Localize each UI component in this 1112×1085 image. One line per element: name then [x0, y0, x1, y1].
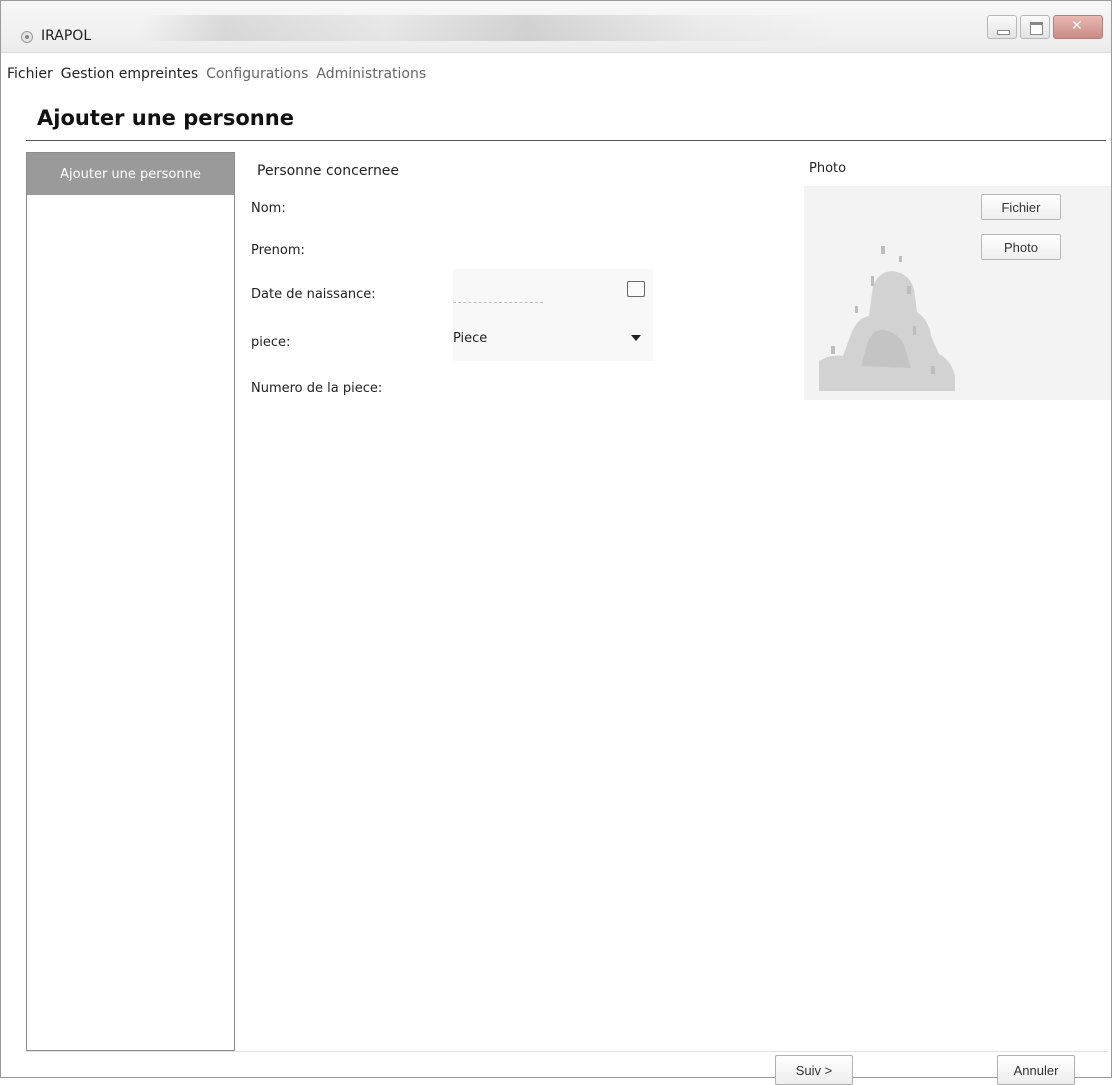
fichier-button[interactable]: Fichier [981, 194, 1061, 220]
date-naissance-input[interactable] [453, 283, 543, 303]
sidebar-item-ajouter-une-personne[interactable]: Ajouter une personne [27, 153, 234, 195]
title-bar-blur [141, 15, 841, 41]
page-title: Ajouter une personne [37, 106, 294, 130]
menu-item-configurations[interactable]: Configurations [206, 66, 308, 82]
numero-piece-label: Numero de la piece: [251, 381, 383, 396]
calendar-icon[interactable] [627, 281, 645, 297]
piece-select-value: Piece [453, 331, 488, 346]
date-naissance-label: Date de naissance: [251, 287, 376, 302]
prenom-label: Prenom: [251, 243, 305, 258]
piece-label: piece: [251, 335, 291, 350]
nom-label: Nom: [251, 201, 286, 216]
footer-divider [26, 1051, 1108, 1052]
menu-item-fichier[interactable]: Fichier [7, 66, 53, 82]
section-title: Personne concernee [257, 163, 400, 179]
header-divider [26, 140, 1106, 141]
close-icon[interactable] [1053, 15, 1103, 39]
piece-select[interactable]: Piece [453, 331, 649, 353]
photo-label: Photo [809, 161, 847, 176]
menu-item-gestion-empreintes[interactable]: Gestion empreintes [61, 66, 198, 82]
menu-bar: Fichier Gestion empreintes Configuration… [1, 61, 434, 87]
photo-button[interactable]: Photo [981, 234, 1061, 260]
maximize-icon[interactable] [1020, 15, 1050, 39]
photo-placeholder-icon [811, 216, 959, 396]
window-title: IRAPOL [41, 28, 92, 44]
app-icon [21, 31, 33, 43]
window-controls [987, 15, 1103, 39]
chevron-down-icon [631, 335, 641, 341]
app-window: IRAPOL Fichier Gestion empreintes Config… [0, 0, 1112, 1085]
menu-item-administrations[interactable]: Administrations [316, 66, 426, 82]
cancel-button[interactable]: Annuler [997, 1055, 1075, 1085]
title-bar: IRAPOL [1, 1, 1111, 53]
sidebar: Ajouter une personne [26, 152, 235, 1051]
next-button[interactable]: Suiv > [775, 1055, 853, 1085]
minimize-icon[interactable] [987, 15, 1017, 39]
